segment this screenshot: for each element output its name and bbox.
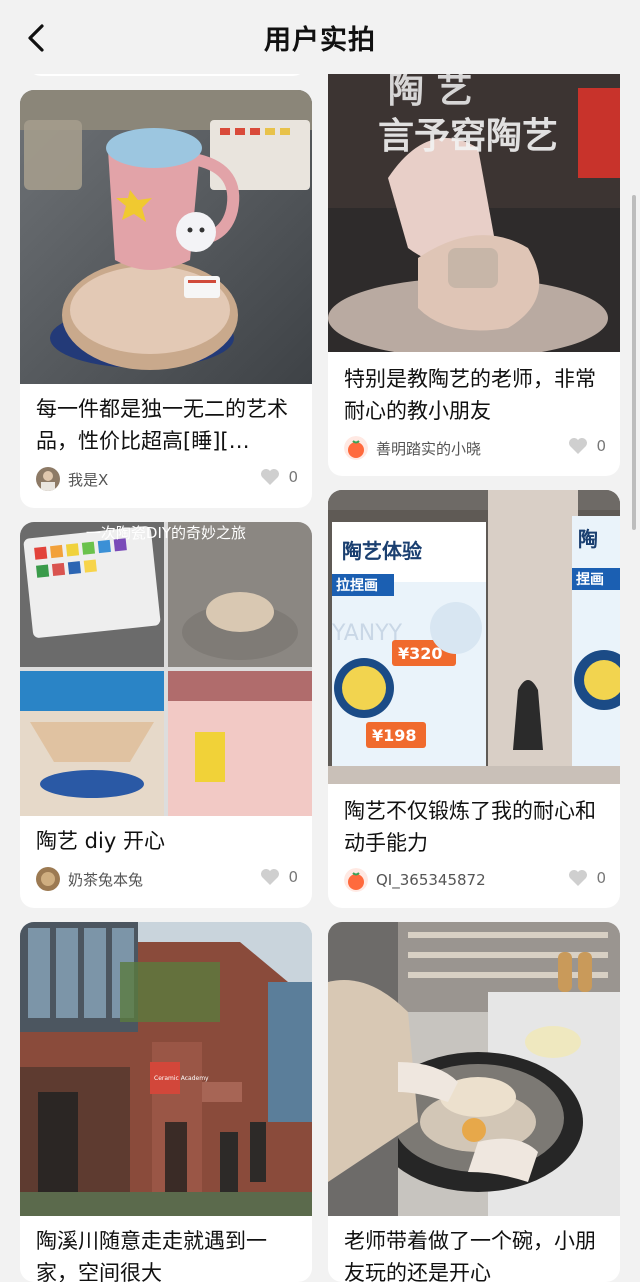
post-card[interactable]: 每一件都是独一无二的艺术品，性价比超高[睡][… 我是X 0 bbox=[20, 90, 312, 508]
author-name: QI_365345872 bbox=[376, 871, 486, 889]
post-caption[interactable]: 陶溪川随意走走就遇到一家，空间很大 bbox=[36, 1225, 298, 1282]
post-card[interactable]: Ceramic Academy 陶溪川随意走走就遇到一家，空间很大 bbox=[20, 922, 312, 1282]
post-card[interactable]: 陶艺体验 拉捏画 YANYY ¥320 ¥198 陶 捏画 陶艺不仅锻炼了我的耐… bbox=[328, 490, 620, 908]
photo-pottery-poster: 陶艺体验 拉捏画 YANYY ¥320 ¥198 陶 捏画 bbox=[328, 490, 620, 784]
poster-side-title: 陶 bbox=[578, 527, 598, 551]
post-caption[interactable]: 陶艺 diy 开心 bbox=[36, 825, 298, 857]
page-title: 用户实拍 bbox=[264, 25, 376, 56]
top-bar: 用户实拍 bbox=[0, 0, 640, 74]
post-photo[interactable]: 一次陶瓷DIY的奇妙之旅 bbox=[20, 522, 312, 816]
like-count: 0 bbox=[288, 868, 298, 886]
post-card[interactable]: 陶 艺 言予窑陶艺 特别是教陶艺的老师，非常耐心的教小朋友 善明踏实的小晓 0 bbox=[328, 58, 620, 476]
post-photo[interactable]: Ceramic Academy bbox=[20, 922, 312, 1216]
poster-price-old: ¥320 bbox=[398, 644, 443, 663]
poster-tag: 拉捏画 bbox=[336, 577, 378, 594]
post-photo[interactable] bbox=[20, 90, 312, 384]
avatar bbox=[36, 467, 60, 491]
scrollbar[interactable] bbox=[632, 195, 636, 530]
post-author[interactable]: 我是X bbox=[36, 467, 108, 491]
poster-watermark: YANYY bbox=[331, 621, 403, 646]
photo-making-bowl bbox=[328, 922, 620, 1216]
like-button[interactable]: 0 bbox=[568, 437, 606, 455]
avatar bbox=[36, 867, 60, 891]
post-card[interactable]: 一次陶瓷DIY的奇妙之旅 陶艺 diy 开心 奶茶兔本兔 0 bbox=[20, 522, 312, 908]
photo-wheel-throwing: 陶 艺 言予窑陶艺 bbox=[328, 58, 620, 352]
post-card[interactable]: 老师带着做了一个碗，小朋友玩的还是开心 bbox=[328, 922, 620, 1282]
photo-brick-building: Ceramic Academy bbox=[20, 922, 312, 1216]
author-name: 奶茶兔本兔 bbox=[68, 870, 144, 889]
post-caption[interactable]: 陶艺不仅锻炼了我的耐心和动手能力 bbox=[344, 795, 606, 859]
post-author[interactable]: 奶茶兔本兔 bbox=[36, 867, 143, 891]
heart-icon bbox=[569, 870, 588, 886]
poster-side-tag: 捏画 bbox=[576, 571, 604, 588]
heart-icon bbox=[569, 438, 588, 454]
like-button[interactable]: 0 bbox=[568, 869, 606, 887]
like-count: 0 bbox=[596, 869, 606, 887]
post-photo[interactable]: 陶 艺 言予窑陶艺 bbox=[328, 58, 620, 352]
post-caption[interactable]: 老师带着做了一个碗，小朋友玩的还是开心 bbox=[344, 1225, 606, 1282]
post-caption[interactable]: 特别是教陶艺的老师，非常耐心的教小朋友 bbox=[344, 363, 606, 427]
avatar bbox=[344, 868, 368, 892]
post-caption[interactable]: 每一件都是独一无二的艺术品，性价比超高[睡][… bbox=[36, 393, 298, 457]
post-photo[interactable] bbox=[328, 922, 620, 1216]
photo-pottery-cup bbox=[20, 90, 312, 384]
photo-collage: 一次陶瓷DIY的奇妙之旅 bbox=[20, 522, 312, 816]
poster-title: 陶艺体验 bbox=[342, 539, 422, 563]
svg-text:陶 艺: 陶 艺 bbox=[388, 69, 473, 111]
post-photo[interactable]: 陶艺体验 拉捏画 YANYY ¥320 ¥198 陶 捏画 bbox=[328, 490, 620, 784]
author-name: 善明踏实的小晓 bbox=[376, 439, 482, 458]
building-sign: Ceramic Academy bbox=[154, 1075, 209, 1082]
avatar bbox=[344, 436, 368, 460]
overlay-text: 一次陶瓷DIY的奇妙之旅 bbox=[86, 524, 246, 542]
like-count: 0 bbox=[288, 468, 298, 486]
heart-icon bbox=[261, 869, 280, 885]
poster-price-new: ¥198 bbox=[372, 726, 417, 745]
like-count: 0 bbox=[596, 437, 606, 455]
post-author[interactable]: QI_365345872 bbox=[344, 868, 486, 892]
overlay-text: 言予窑陶艺 bbox=[378, 115, 558, 157]
like-button[interactable]: 0 bbox=[260, 868, 298, 886]
heart-icon bbox=[261, 469, 280, 485]
post-author[interactable]: 善明踏实的小晓 bbox=[344, 436, 481, 460]
author-name: 我是X bbox=[68, 470, 109, 489]
like-button[interactable]: 0 bbox=[260, 468, 298, 486]
